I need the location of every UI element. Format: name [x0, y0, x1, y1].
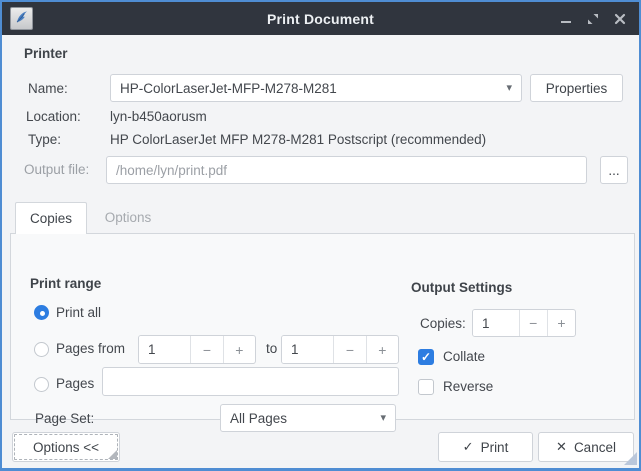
- browse-button-label: ...: [608, 163, 619, 178]
- collate-checkbox[interactable]: ✓: [418, 349, 434, 365]
- output-file-label: Output file:: [24, 162, 89, 177]
- page-from-value[interactable]: 1: [139, 336, 190, 363]
- options-toggle-button[interactable]: Options <<: [12, 432, 120, 462]
- close-icon: ✕: [556, 439, 567, 455]
- copies-decrement-button[interactable]: −: [519, 310, 547, 336]
- copies-label: Copies:: [420, 316, 466, 331]
- properties-button[interactable]: Properties: [530, 74, 623, 102]
- page-to-increment-button[interactable]: +: [366, 336, 398, 363]
- tab-options-label: Options: [105, 210, 152, 225]
- type-label: Type:: [28, 132, 61, 147]
- print-dialog-window: Print Document Printer Name: HP-ColorLas…: [0, 0, 641, 471]
- app-icon[interactable]: [10, 7, 33, 30]
- minimize-button[interactable]: [557, 10, 575, 28]
- chevron-down-icon: ▾: [506, 83, 512, 94]
- window-controls: [557, 2, 629, 35]
- properties-button-label: Properties: [546, 81, 608, 96]
- resize-grip[interactable]: [624, 452, 637, 465]
- cancel-button[interactable]: ✕ Cancel: [538, 432, 634, 462]
- options-button-label: Options <<: [33, 440, 99, 455]
- titlebar[interactable]: Print Document: [2, 2, 639, 35]
- print-range-heading: Print range: [30, 276, 101, 291]
- pages-radio[interactable]: [34, 377, 49, 392]
- window-title: Print Document: [2, 11, 639, 27]
- output-file-field[interactable]: /home/lyn/print.pdf: [106, 156, 587, 184]
- maximize-button[interactable]: [584, 10, 602, 28]
- page-from-spinner[interactable]: 1 − +: [138, 335, 256, 364]
- output-file-value: /home/lyn/print.pdf: [116, 163, 227, 178]
- copies-tab-panel: Print range Print all Pages from 1 − + t…: [10, 233, 635, 420]
- chevron-down-icon: ▾: [380, 413, 386, 424]
- quill-icon: [14, 9, 30, 28]
- page-set-combobox[interactable]: All Pages ▾: [220, 404, 396, 432]
- page-set-label: Page Set:: [35, 411, 94, 426]
- page-from-increment-button[interactable]: +: [223, 336, 255, 363]
- tab-copies[interactable]: Copies: [15, 202, 87, 234]
- tab-copies-label: Copies: [30, 211, 72, 226]
- copies-increment-button[interactable]: +: [547, 310, 575, 336]
- print-button-label: Print: [481, 440, 509, 455]
- location-label: Location:: [26, 109, 81, 124]
- copies-spinner[interactable]: 1 − +: [472, 309, 576, 337]
- reverse-checkbox[interactable]: [418, 379, 434, 395]
- print-all-label[interactable]: Print all: [56, 305, 101, 320]
- tab-options[interactable]: Options: [87, 202, 169, 233]
- page-to-spinner[interactable]: 1 − +: [281, 335, 399, 364]
- type-value: HP ColorLaserJet MFP M278-M281 Postscrip…: [110, 132, 486, 147]
- to-label: to: [266, 341, 277, 356]
- pages-label[interactable]: Pages: [56, 376, 94, 391]
- pages-input[interactable]: [102, 367, 399, 396]
- print-all-radio[interactable]: [34, 305, 49, 320]
- check-icon: ✓: [421, 350, 431, 364]
- collate-label[interactable]: Collate: [443, 349, 485, 364]
- page-set-value: All Pages: [230, 411, 287, 426]
- browse-output-file-button[interactable]: ...: [600, 156, 628, 184]
- printer-name-value: HP-ColorLaserJet-MFP-M278-M281: [120, 81, 337, 96]
- printer-section-heading: Printer: [24, 46, 68, 61]
- pages-from-label[interactable]: Pages from: [56, 341, 125, 356]
- printer-name-combobox[interactable]: HP-ColorLaserJet-MFP-M278-M281 ▾: [110, 74, 522, 102]
- notebook: Copies Options Print range Print all Pag…: [10, 202, 635, 420]
- copies-value[interactable]: 1: [473, 310, 519, 336]
- page-to-decrement-button[interactable]: −: [333, 336, 365, 363]
- pages-from-radio[interactable]: [34, 342, 49, 357]
- reverse-label[interactable]: Reverse: [443, 379, 493, 394]
- location-value: lyn-b450aorusm: [110, 109, 207, 124]
- close-button[interactable]: [611, 10, 629, 28]
- cancel-button-label: Cancel: [574, 440, 616, 455]
- print-button[interactable]: ✓ Print: [438, 432, 533, 462]
- printer-name-label: Name:: [28, 81, 68, 96]
- page-to-value[interactable]: 1: [282, 336, 333, 363]
- page-from-decrement-button[interactable]: −: [190, 336, 222, 363]
- output-settings-heading: Output Settings: [411, 280, 512, 295]
- check-icon: ✓: [463, 439, 474, 455]
